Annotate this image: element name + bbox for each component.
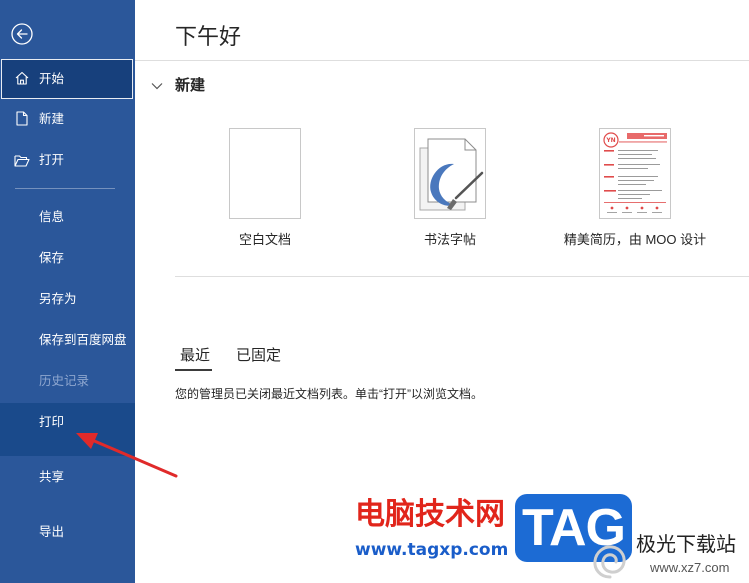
sidebar-item-save-as[interactable]: 另存为 xyxy=(0,279,135,319)
folder-open-icon xyxy=(14,154,30,167)
back-arrow-icon xyxy=(11,23,33,45)
sidebar-divider xyxy=(15,188,115,189)
resume-template-thumbnail: YN xyxy=(599,128,671,219)
new-document-icon xyxy=(16,111,28,126)
resume-contact-row xyxy=(607,206,662,213)
sidebar-item-label: 打开 xyxy=(39,153,65,167)
sidebar-item-label: 新建 xyxy=(39,112,65,126)
sidebar-item-label: 保存到百度网盘 xyxy=(39,333,127,347)
blank-document-thumbnail xyxy=(229,128,301,219)
home-icon xyxy=(15,71,29,85)
tab-selected-indicator xyxy=(175,369,212,371)
section-divider xyxy=(175,276,749,277)
sidebar-item-label: 历史记录 xyxy=(39,374,90,388)
sidebar-item-save-to-baidu-netdisk[interactable]: 保存到百度网盘 xyxy=(0,320,135,360)
sidebar-item-export[interactable]: 导出 xyxy=(0,512,135,552)
template-label: 精美简历，由 MOO 设计 xyxy=(563,232,707,247)
watermark-site2-name: 极光下载站 xyxy=(636,534,736,556)
chevron-down-icon xyxy=(151,82,163,90)
header-divider xyxy=(135,60,749,61)
sidebar-item-open[interactable]: 打开 xyxy=(0,140,135,180)
watermark-site2-url: www.xz7.com xyxy=(650,560,730,575)
back-button[interactable] xyxy=(11,23,33,45)
tab-recent[interactable]: 最近 xyxy=(180,348,210,364)
sidebar-item-label: 另存为 xyxy=(39,292,77,306)
sidebar-item-print[interactable]: 打印 xyxy=(0,403,135,456)
resume-logo-initials: YN xyxy=(605,137,615,144)
sidebar-item-label: 打印 xyxy=(39,415,65,429)
watermark-site-name: 电脑技术网 xyxy=(355,498,505,531)
sidebar-item-history[interactable]: 历史记录 xyxy=(0,361,135,401)
sidebar-item-info[interactable]: 信息 xyxy=(0,197,135,237)
new-section-header[interactable]: 新建 xyxy=(151,77,211,95)
sidebar-item-label: 保存 xyxy=(39,251,65,265)
template-label: 书法字帖 xyxy=(423,232,476,247)
sidebar-item-save[interactable]: 保存 xyxy=(0,238,135,278)
tab-pinned[interactable]: 已固定 xyxy=(236,348,281,364)
recent-documents-message: 您的管理员已关闭最近文档列表。单击“打开”以浏览文档。 xyxy=(175,387,483,401)
sidebar-item-home[interactable]: 开始 xyxy=(1,59,133,99)
calligraphy-template-thumbnail xyxy=(414,128,486,219)
swirl-logo-icon xyxy=(590,541,630,581)
template-blank-document[interactable]: 空白文档 xyxy=(173,128,357,248)
resume-header-bar xyxy=(619,133,667,143)
template-calligraphy[interactable]: 书法字帖 xyxy=(358,128,542,248)
sidebar-item-label: 导出 xyxy=(39,525,65,539)
new-section-title: 新建 xyxy=(175,77,206,94)
greeting-heading: 下午好 xyxy=(175,24,242,49)
sidebar-item-share[interactable]: 共享 xyxy=(0,457,135,497)
sidebar: 开始 新建 打开 信息 保存 另存为 保存到百度网盘 历史记录 打印 共享 导出 xyxy=(0,0,135,583)
watermark-site-url: www.tagxp.com xyxy=(355,540,509,560)
sidebar-item-label: 共享 xyxy=(39,470,65,484)
sidebar-item-new[interactable]: 新建 xyxy=(0,99,135,139)
resume-text-lines xyxy=(618,150,662,199)
template-resume-moo[interactable]: YN 精美简历，由 MOO 设计 xyxy=(543,128,727,248)
sidebar-item-label: 信息 xyxy=(39,210,65,224)
sidebar-item-label: 开始 xyxy=(39,72,65,86)
template-label: 空白文档 xyxy=(238,232,291,247)
